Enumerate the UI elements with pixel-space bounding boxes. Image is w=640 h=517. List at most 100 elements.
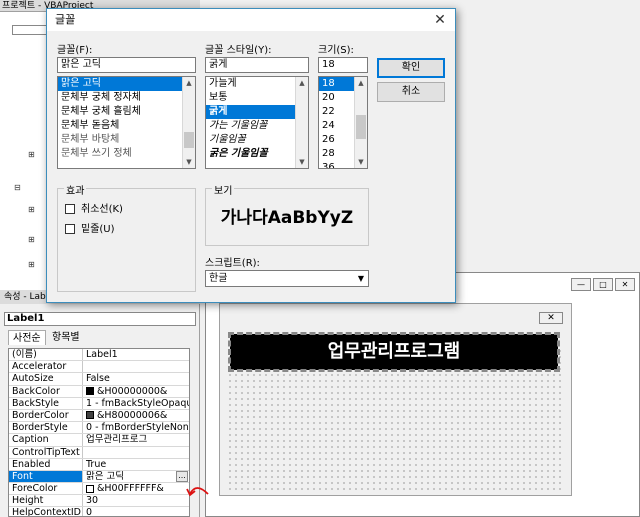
tab-categorized[interactable]: 항목별 bbox=[48, 330, 84, 345]
property-value[interactable]: 맑은 고딕... bbox=[83, 470, 189, 482]
property-name: BackStyle bbox=[9, 397, 83, 409]
font-size-input[interactable]: 18 bbox=[318, 57, 368, 73]
userform[interactable]: ✕ 업무관리프로그램 bbox=[219, 303, 572, 496]
close-button[interactable]: ✕ bbox=[615, 278, 635, 291]
script-select[interactable]: 한글 ▼ bbox=[205, 270, 369, 287]
font-list-item[interactable]: 맑은 고딕 bbox=[58, 77, 195, 91]
property-row[interactable]: BorderColor &H80000006& bbox=[9, 409, 189, 423]
property-value[interactable] bbox=[83, 447, 189, 458]
font-list-scrollbar[interactable]: ▲ ▼ bbox=[182, 77, 195, 168]
checkbox-icon[interactable] bbox=[65, 204, 75, 214]
color-swatch-icon bbox=[86, 411, 94, 420]
style-label: 글꼴 스타일(Y): bbox=[205, 45, 272, 56]
property-row[interactable]: Height 30 bbox=[9, 495, 189, 508]
underline-checkbox[interactable]: 밑줄(U) bbox=[65, 224, 115, 236]
property-value[interactable]: 업무관리프로그 bbox=[83, 434, 189, 445]
label1-control[interactable]: 업무관리프로그램 bbox=[228, 332, 560, 372]
effects-group: 효과 취소선(K) 밑줄(U) bbox=[57, 182, 196, 292]
scroll-down-icon[interactable]: ▼ bbox=[296, 156, 308, 168]
checkbox-icon[interactable] bbox=[65, 224, 75, 234]
property-row[interactable]: BackStyle 1 - fmBackStyleOpaque bbox=[9, 397, 189, 410]
property-row[interactable]: ForeColor &H00FFFFFF& bbox=[9, 483, 189, 496]
property-row[interactable]: Caption 업무관리프로그 bbox=[9, 434, 189, 447]
property-row[interactable]: (이름) Label1 bbox=[9, 349, 189, 362]
style-list-item[interactable]: 보통 bbox=[206, 91, 308, 105]
size-list-scrollbar[interactable]: ▲ ▼ bbox=[354, 77, 367, 168]
properties-object-select[interactable]: Label1 bbox=[4, 312, 196, 326]
script-label: 스크립트(R): bbox=[205, 258, 260, 269]
userform-close-button[interactable]: ✕ bbox=[539, 312, 563, 324]
font-list-item[interactable]: 문체부 쓰기 정체 bbox=[58, 147, 195, 161]
scroll-down-icon[interactable]: ▼ bbox=[183, 156, 195, 168]
property-row[interactable]: Enabled True bbox=[9, 458, 189, 471]
underline-label: 밑줄(U) bbox=[81, 224, 115, 235]
property-value[interactable]: 0 - fmBorderStyleNone bbox=[83, 422, 189, 433]
preview-sample-text: 가나다AaBbYyZ bbox=[220, 208, 354, 228]
font-list-item[interactable]: 문체부 바탕체 bbox=[58, 133, 195, 147]
tree-node-icon[interactable]: ⊟ bbox=[14, 183, 21, 192]
font-name-input[interactable]: 맑은 고딕 bbox=[57, 57, 196, 73]
font-list-item[interactable]: 문체부 돋음체 bbox=[58, 119, 195, 133]
scroll-thumb[interactable] bbox=[356, 115, 366, 139]
scroll-down-icon[interactable]: ▼ bbox=[355, 156, 367, 168]
tree-node-icon[interactable]: ⊞ bbox=[28, 260, 35, 269]
minimize-button[interactable]: — bbox=[571, 278, 591, 291]
style-list-scrollbar[interactable]: ▲ ▼ bbox=[295, 77, 308, 168]
property-value[interactable]: &H00FFFFFF& bbox=[83, 483, 189, 494]
designer-window-controls: — □ ✕ bbox=[571, 278, 635, 291]
property-value[interactable] bbox=[83, 361, 189, 372]
font-list-item[interactable]: 문체부 궁체 정자체 bbox=[58, 91, 195, 105]
chevron-down-icon[interactable]: ▼ bbox=[354, 271, 368, 286]
property-value[interactable]: Label1 bbox=[83, 349, 189, 360]
property-value[interactable]: 1 - fmBackStyleOpaque bbox=[83, 398, 189, 409]
size-label: 크기(S): bbox=[318, 45, 354, 56]
property-row[interactable]: AutoSize False bbox=[9, 373, 189, 386]
close-icon[interactable]: ✕ bbox=[431, 11, 449, 29]
property-value[interactable]: False bbox=[83, 373, 189, 384]
font-style-input[interactable]: 굵게 bbox=[205, 57, 309, 73]
tab-alphabetic[interactable]: 사전순 bbox=[8, 330, 46, 345]
script-select-value: 한글 bbox=[209, 273, 228, 284]
property-value[interactable]: &H80000006& bbox=[83, 410, 189, 421]
tree-node-icon[interactable]: ⊞ bbox=[28, 235, 35, 244]
scroll-up-icon[interactable]: ▲ bbox=[296, 77, 308, 89]
style-list-item[interactable]: 굵은 기울임꼴 bbox=[206, 147, 308, 161]
property-value-text: 1 - fmBackStyleOpaque bbox=[86, 397, 189, 409]
property-name: Height bbox=[9, 495, 83, 507]
property-value[interactable]: True bbox=[83, 459, 189, 470]
property-value[interactable]: 0 bbox=[83, 507, 189, 516]
property-row[interactable]: HelpContextID 0 bbox=[9, 507, 189, 516]
font-list-item[interactable]: 문체부 궁체 흘림체 bbox=[58, 105, 195, 119]
property-row[interactable]: Font 맑은 고딕... bbox=[9, 470, 189, 484]
style-list-item[interactable]: 가는 기울임꼴 bbox=[206, 119, 308, 133]
property-row[interactable]: BackColor &H00000000& bbox=[9, 385, 189, 398]
scroll-up-icon[interactable]: ▲ bbox=[183, 77, 195, 89]
property-value-text: 업무관리프로그 bbox=[86, 434, 148, 446]
tree-node-icon[interactable]: ⊞ bbox=[28, 150, 35, 159]
cancel-button[interactable]: 취소 bbox=[377, 82, 445, 102]
property-value-text: True bbox=[86, 458, 107, 470]
property-value[interactable]: 30 bbox=[83, 495, 189, 506]
font-style-list[interactable]: 가늘게 보통 굵게 가는 기울임꼴 기울임꼴 굵은 기울임꼴 ▲ ▼ bbox=[205, 76, 309, 169]
tree-node-icon[interactable]: ⊞ bbox=[28, 205, 35, 214]
style-list-item[interactable]: 가늘게 bbox=[206, 77, 308, 91]
property-value[interactable]: &H00000000& bbox=[83, 386, 189, 397]
strikeout-checkbox[interactable]: 취소선(K) bbox=[65, 204, 123, 216]
font-size-list[interactable]: 18 20 22 24 26 28 36 ▲ ▼ bbox=[318, 76, 368, 169]
property-row[interactable]: Accelerator bbox=[9, 361, 189, 374]
property-value-text: Label1 bbox=[86, 349, 118, 360]
preview-group: 보기 가나다AaBbYyZ bbox=[205, 182, 369, 246]
style-list-item[interactable]: 굵게 bbox=[206, 105, 308, 119]
scroll-thumb[interactable] bbox=[184, 132, 194, 148]
property-row[interactable]: ControlTipText bbox=[9, 446, 189, 459]
property-row[interactable]: BorderStyle 0 - fmBorderStyleNone bbox=[9, 422, 189, 435]
property-value-text: 0 - fmBorderStyleNone bbox=[86, 422, 189, 434]
font-list[interactable]: 맑은 고딕 문체부 궁체 정자체 문체부 궁체 흘림체 문체부 돋음체 문체부 바탕체 문… bbox=[57, 76, 196, 169]
property-value-text: &H80000006& bbox=[97, 409, 168, 421]
property-name: BorderStyle bbox=[9, 422, 83, 434]
property-name: HelpContextID bbox=[9, 507, 83, 516]
maximize-button[interactable]: □ bbox=[593, 278, 613, 291]
ok-button[interactable]: 확인 bbox=[377, 58, 445, 78]
scroll-up-icon[interactable]: ▲ bbox=[355, 77, 367, 89]
style-list-item[interactable]: 기울임꼴 bbox=[206, 133, 308, 147]
